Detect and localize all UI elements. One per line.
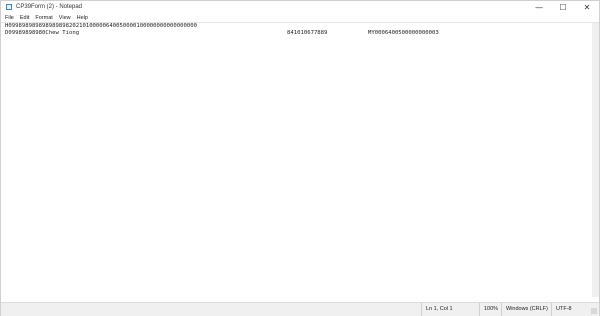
encoding: UTF-8 bbox=[551, 303, 591, 316]
text-line-1: H099898989898989898202101000006400500001… bbox=[5, 23, 197, 29]
notepad-icon bbox=[6, 4, 12, 10]
notepad-window: CP39Form (2) - Notepad — ☐ ✕ File Edit F… bbox=[0, 0, 600, 316]
minimize-button[interactable]: — bbox=[527, 1, 551, 13]
text-line-2: D09989898980Chew Tiong 841010677889 MY00… bbox=[5, 30, 439, 65]
menu-bar: File Edit Format View Help bbox=[1, 14, 91, 22]
zoom-level: 100% bbox=[479, 303, 501, 316]
window-controls: — ☐ ✕ bbox=[527, 1, 599, 13]
text-editor[interactable]: H099898989898989898202101000006400500001… bbox=[1, 22, 599, 297]
menu-help[interactable]: Help bbox=[74, 14, 91, 22]
resize-grip-icon[interactable] bbox=[591, 308, 597, 314]
minimize-icon: — bbox=[535, 2, 543, 12]
menu-edit[interactable]: Edit bbox=[17, 14, 32, 22]
title-bar: CP39Form (2) - Notepad — ☐ ✕ bbox=[1, 1, 599, 13]
window-title: CP39Form (2) - Notepad bbox=[16, 4, 83, 10]
line-endings: Windows (CRLF) bbox=[501, 303, 551, 316]
close-button[interactable]: ✕ bbox=[575, 1, 599, 13]
line2-number-segment: 841010677889 bbox=[287, 30, 328, 36]
maximize-icon: ☐ bbox=[559, 2, 567, 12]
line2-code-segment: MY0006400500000000003 bbox=[368, 30, 439, 36]
menu-view[interactable]: View bbox=[56, 14, 74, 22]
menu-file[interactable]: File bbox=[1, 14, 17, 22]
vertical-scrollbar[interactable] bbox=[592, 23, 599, 297]
cursor-position: Ln 1, Col 1 bbox=[421, 303, 479, 316]
status-bar: Ln 1, Col 1 100% Windows (CRLF) UTF-8 bbox=[1, 302, 599, 316]
close-icon: ✕ bbox=[583, 2, 591, 12]
menu-format[interactable]: Format bbox=[32, 14, 55, 22]
maximize-button[interactable]: ☐ bbox=[551, 1, 575, 13]
line2-name-segment: D09989898980Chew Tiong bbox=[5, 30, 80, 36]
